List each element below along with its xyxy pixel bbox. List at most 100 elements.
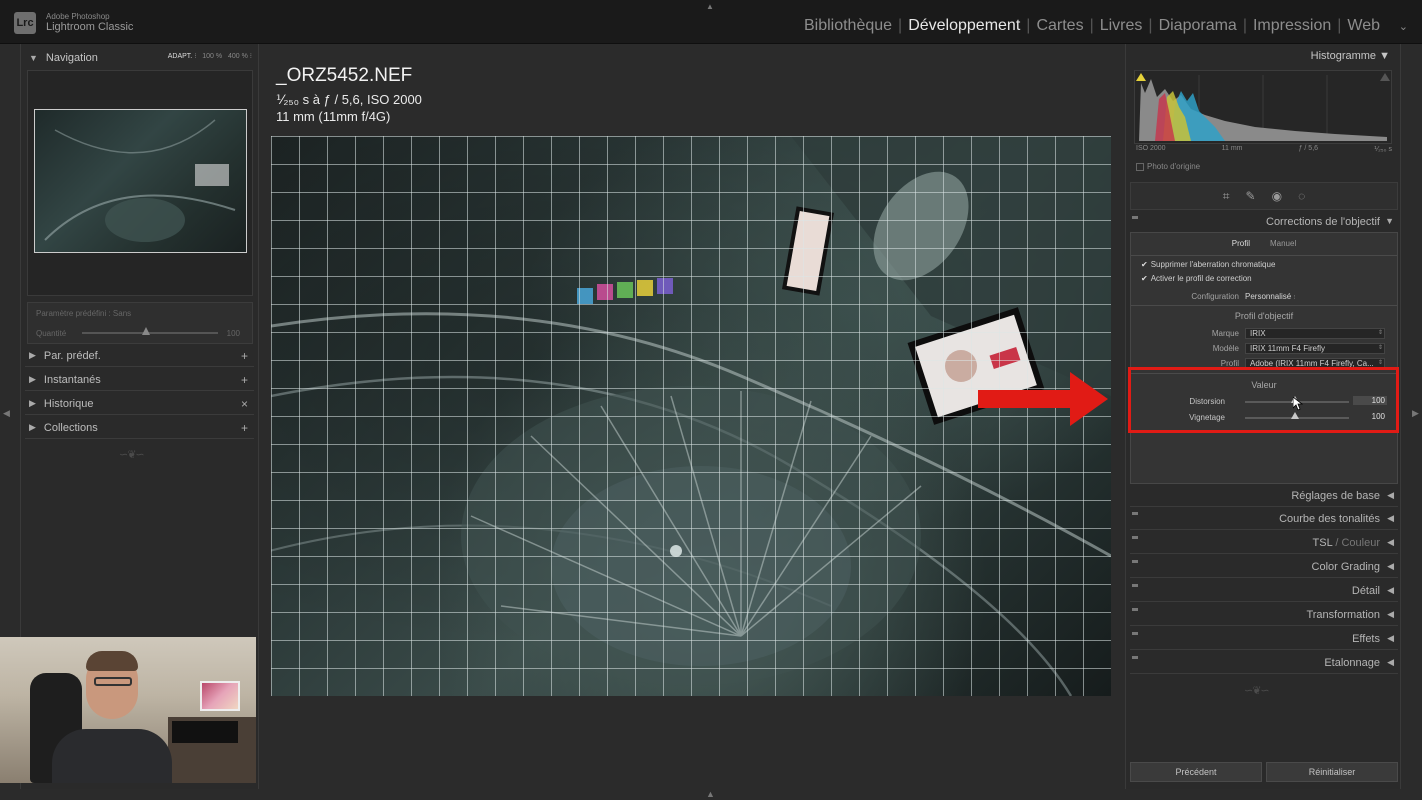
section-detail-label: Détail <box>1351 585 1380 597</box>
presenter-body <box>52 729 172 783</box>
panel-switch-icon[interactable] <box>1132 656 1138 659</box>
section-color-grading-label: Color Grading <box>1311 561 1380 573</box>
lens-corrections-panel: Profil Manuel ✔ Supprimer l'aberration ch… <box>1130 232 1398 484</box>
module-livres[interactable]: Livres <box>1098 17 1145 35</box>
preset-amount-slider-knob[interactable] <box>142 327 150 335</box>
panel-switch-icon[interactable] <box>1132 608 1138 611</box>
triangle-down-icon: ▼ <box>1385 216 1394 226</box>
configuration-dropdown[interactable]: Personnalisé ⁝ <box>1245 292 1295 301</box>
add-icon[interactable]: + <box>241 373 248 387</box>
brand-line-2: Lightroom Classic <box>46 21 134 33</box>
navigator-thumbnail-art <box>44 119 236 242</box>
tab-profil[interactable]: Profil <box>1224 238 1258 253</box>
healing-brush-icon[interactable]: ✎ <box>1246 189 1256 203</box>
collapse-top-panel-icon[interactable]: ▲ <box>706 2 714 11</box>
checkmark-icon: ✔ <box>1141 260 1148 269</box>
histogram-graph <box>1136 73 1390 141</box>
triangle-right-icon: ▶ <box>29 350 36 360</box>
model-value: IRIX 11mm F4 Firefly <box>1250 344 1325 353</box>
add-icon[interactable]: + <box>241 421 248 435</box>
module-developpement[interactable]: Développement <box>906 17 1022 35</box>
crop-icon[interactable]: ⌗ <box>1223 189 1230 204</box>
tab-manuel[interactable]: Manuel <box>1262 238 1304 253</box>
histogram[interactable] <box>1134 70 1392 144</box>
section-history[interactable]: ▶ Historique × <box>25 393 254 415</box>
navigator-thumbnail[interactable] <box>34 109 247 253</box>
histogram-iso: ISO 2000 <box>1136 145 1166 152</box>
lightroom-window: Lrc Adobe Photoshop Lightroom Classic ▲ … <box>0 0 1422 800</box>
chevron-down-icon[interactable]: ⌄ <box>1399 20 1408 33</box>
navigation-zoom-options: ADAPT. ⁝ 100 % 400 % ⁝ <box>167 53 252 60</box>
section-collections[interactable]: ▶ Collections + <box>25 417 254 439</box>
section-transform[interactable]: Transformation ◀ <box>1130 604 1398 626</box>
preset-amount-slider-track[interactable] <box>82 332 218 334</box>
collapse-left-panel-icon[interactable]: ◀ <box>3 408 10 419</box>
panel-switch-icon[interactable] <box>1132 512 1138 515</box>
section-history-label: Historique <box>43 397 94 410</box>
zoom-fit[interactable]: ADAPT. <box>168 53 193 60</box>
section-presets[interactable]: ▶ Par. prédef. + <box>25 345 254 367</box>
section-snapshots[interactable]: ▶ Instantanés + <box>25 369 254 391</box>
reset-button[interactable]: Réinitialiser <box>1266 762 1398 782</box>
section-calibration[interactable]: Etalonnage ◀ <box>1130 652 1398 674</box>
histogram-header[interactable]: Histogramme ▼ <box>1311 50 1390 62</box>
photo-exposure-info: ⅟₂₅₀ s à ƒ / 5,6, ISO 2000 <box>276 92 422 107</box>
panel-switch-icon[interactable] <box>1132 536 1138 539</box>
make-value: IRIX <box>1250 329 1266 338</box>
histogram-title: Histogramme <box>1310 50 1377 62</box>
zoom-400[interactable]: 400 % <box>228 53 248 60</box>
presenter-glasses <box>94 677 132 686</box>
model-dropdown[interactable]: IRIX 11mm F4 Firefly ⇕ <box>1245 343 1385 354</box>
lens-profile-title: Profil d'objectif <box>1234 311 1294 321</box>
masking-icon[interactable]: ◌ <box>1298 189 1305 203</box>
make-dropdown[interactable]: IRIX ⇕ <box>1245 328 1385 339</box>
add-icon[interactable]: + <box>241 349 248 363</box>
section-tone-curve-label: Courbe des tonalités <box>1279 513 1380 525</box>
section-detail[interactable]: Détail ◀ <box>1130 580 1398 602</box>
original-photo-checkbox[interactable]: Photo d'origine <box>1136 162 1200 171</box>
enable-profile-label: Activer le profil de correction <box>1150 274 1252 283</box>
panel-switch-icon[interactable] <box>1132 216 1138 219</box>
section-tone-curve[interactable]: Courbe des tonalités ◀ <box>1130 508 1398 530</box>
module-bibliotheque[interactable]: Bibliothèque <box>802 17 894 35</box>
section-basic[interactable]: Réglages de base ◀ <box>1130 485 1398 507</box>
preset-label: Paramètre prédéfini : Sans <box>36 309 132 318</box>
module-web[interactable]: Web <box>1345 17 1382 35</box>
navigator-preview-area <box>27 70 253 296</box>
section-hsl[interactable]: TSL / Couleur ◀ <box>1130 532 1398 554</box>
triangle-left-icon: ◀ <box>1387 490 1394 500</box>
module-picker-bar: Lrc Adobe Photoshop Lightroom Classic ▲ … <box>0 0 1422 44</box>
panel-end-ornament-icon: ∽❦∽ <box>1244 685 1270 697</box>
remove-ca-label: Supprimer l'aberration chromatique <box>1150 260 1276 269</box>
triangle-left-icon: ◀ <box>1387 609 1394 619</box>
section-color-grading[interactable]: Color Grading ◀ <box>1130 556 1398 578</box>
zoom-100[interactable]: 100 % <box>202 53 222 60</box>
highlight-box <box>1128 367 1399 433</box>
module-diaporama[interactable]: Diaporama <box>1157 17 1239 35</box>
divider <box>1131 255 1397 256</box>
develop-tool-strip: ⌗ ✎ ◉ ◌ <box>1130 182 1398 210</box>
clear-icon[interactable]: × <box>241 397 248 411</box>
wall-picture <box>200 681 240 711</box>
section-collections-label: Collections <box>43 421 98 434</box>
triangle-right-icon: ▶ <box>29 374 36 384</box>
module-cartes[interactable]: Cartes <box>1034 17 1085 35</box>
section-effects[interactable]: Effets ◀ <box>1130 628 1398 650</box>
model-label: Modèle <box>1212 344 1239 353</box>
panel-switch-icon[interactable] <box>1132 560 1138 563</box>
module-impression[interactable]: Impression <box>1251 17 1333 35</box>
collapse-right-panel-icon[interactable]: ▶ <box>1412 408 1419 419</box>
panel-switch-icon[interactable] <box>1132 584 1138 587</box>
original-photo-label: Photo d'origine <box>1147 162 1201 171</box>
red-eye-icon[interactable]: ◉ <box>1272 189 1282 203</box>
collapse-filmstrip-icon[interactable]: ▲ <box>706 789 715 799</box>
make-label: Marque <box>1211 329 1239 338</box>
remove-ca-checkbox[interactable]: ✔ Supprimer l'aberration chromatique <box>1141 260 1275 269</box>
lens-corrections-header[interactable]: Corrections de l'objectif ▼ <box>1130 212 1398 232</box>
enable-profile-checkbox[interactable]: ✔ Activer le profil de correction <box>1141 274 1252 283</box>
previous-button[interactable]: Précédent <box>1130 762 1262 782</box>
histogram-aperture: ƒ / 5,6 <box>1298 145 1319 152</box>
lens-corrections-title: Corrections de l'objectif <box>1266 216 1380 228</box>
module-list: Bibliothèque | Développement | Cartes | Liv… <box>802 17 1382 35</box>
panel-switch-icon[interactable] <box>1132 632 1138 635</box>
